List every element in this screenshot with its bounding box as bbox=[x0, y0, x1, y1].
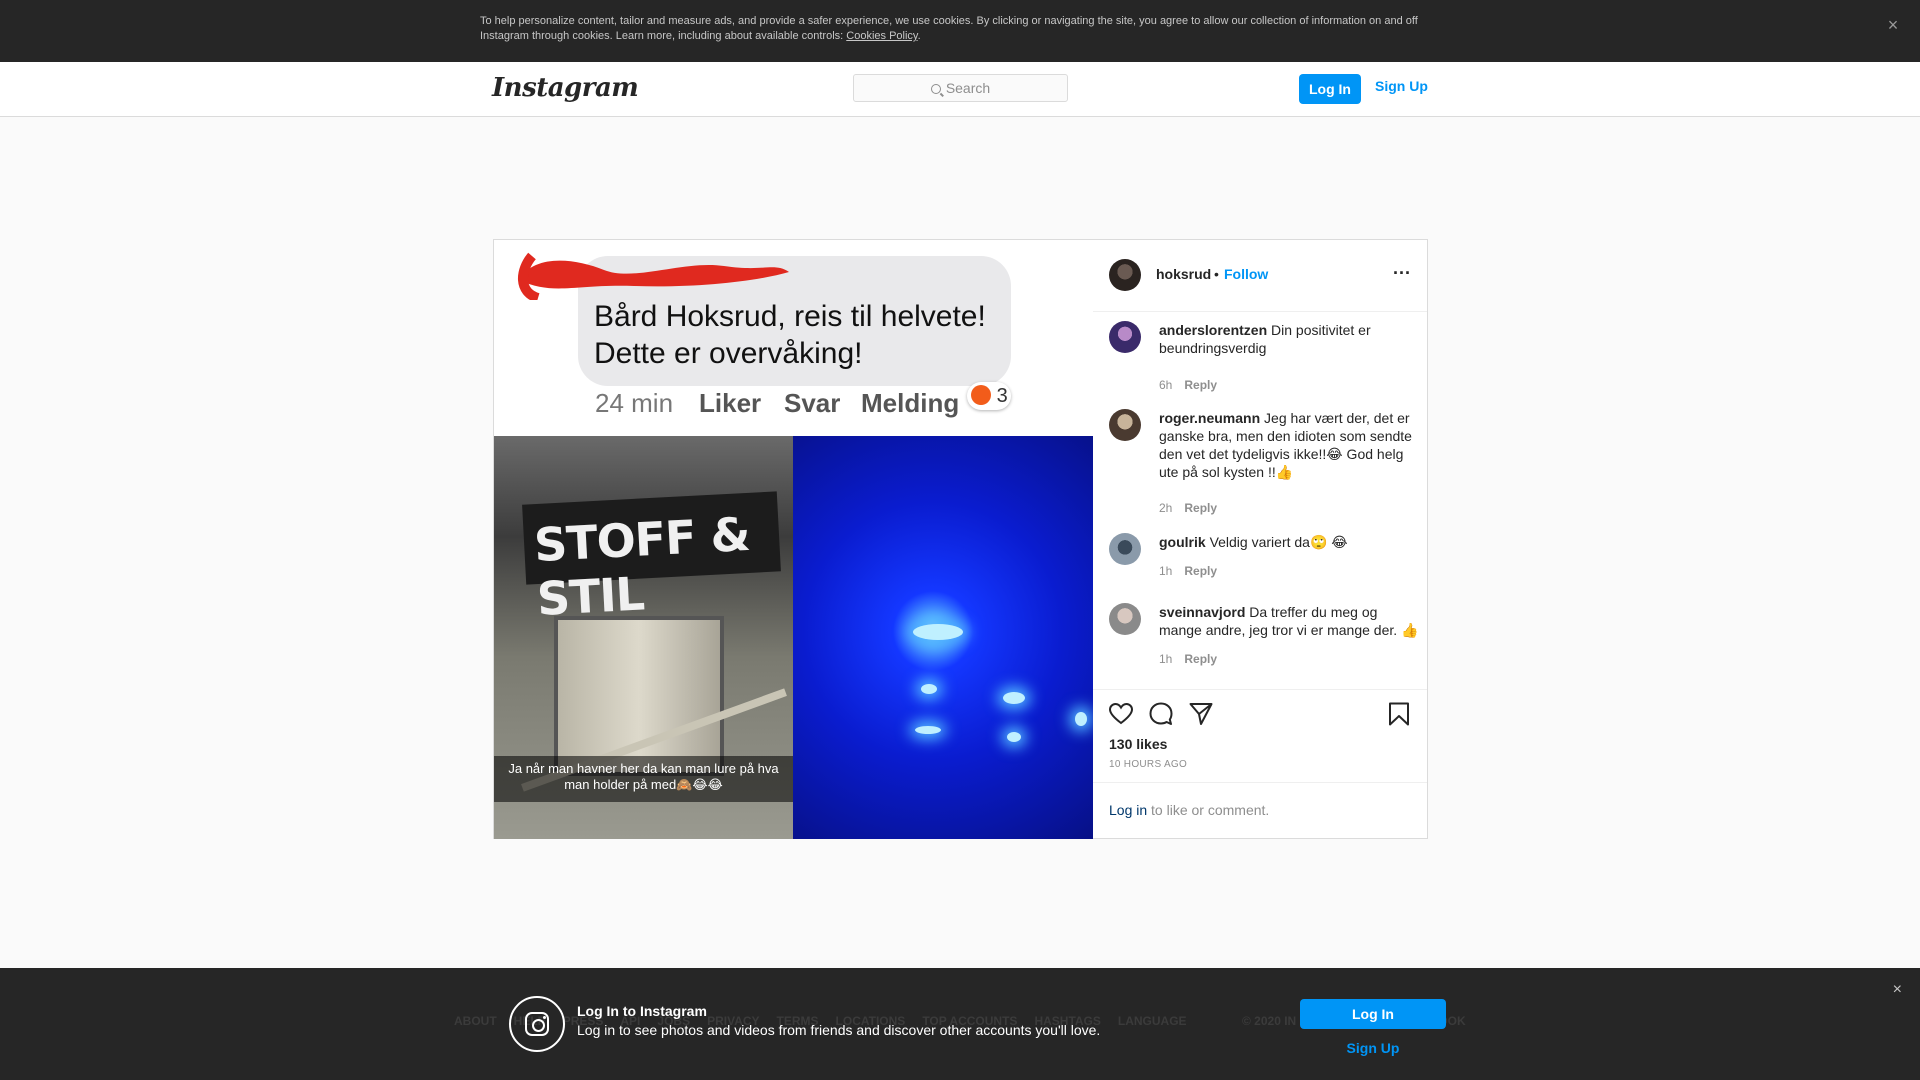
reply-button[interactable]: Reply bbox=[1184, 378, 1217, 392]
comment-icon[interactable] bbox=[1148, 701, 1174, 727]
login-prompt-text: Log in to like or comment. bbox=[1109, 802, 1269, 818]
light-glow bbox=[915, 726, 941, 734]
cookie-message: To help personalize content, tailor and … bbox=[480, 15, 1418, 42]
like-count[interactable]: 130 likes bbox=[1109, 736, 1167, 752]
shop-photo: STOFF & STIL Ja når man havner her da ka… bbox=[494, 436, 793, 839]
redaction-scribble bbox=[518, 252, 789, 300]
reply-button[interactable]: Reply bbox=[1184, 652, 1217, 666]
login-link[interactable]: Log in bbox=[1109, 802, 1147, 818]
comment-meta: 6h Reply bbox=[1159, 378, 1217, 392]
like-heart-icon[interactable] bbox=[1108, 701, 1134, 727]
login-button[interactable]: Log In bbox=[1299, 74, 1361, 104]
comment-username[interactable]: goulrik bbox=[1159, 534, 1206, 550]
search-placeholder: Search bbox=[945, 80, 991, 96]
reply-button[interactable]: Reply bbox=[1184, 501, 1217, 515]
comment-age: 1h bbox=[1159, 564, 1173, 578]
comment-text: goulrik Veldig variert da🙄 😂 bbox=[1159, 533, 1421, 551]
message-line-1: Bård Hoksrud, reis til helvete! bbox=[594, 300, 986, 333]
camera-icon bbox=[525, 1012, 549, 1036]
save-bookmark-icon[interactable] bbox=[1386, 701, 1412, 727]
comment-meta: 1h Reply bbox=[1159, 564, 1217, 578]
photo-caption-bar: Ja når man havner her da kan man lure på… bbox=[494, 756, 793, 802]
follow-button[interactable]: Follow bbox=[1224, 266, 1268, 282]
instagram-logo[interactable]: Instagram bbox=[492, 73, 639, 103]
reaction-badge: 3 bbox=[967, 382, 1011, 410]
commenter-avatar[interactable] bbox=[1109, 321, 1141, 353]
instagram-glyph-icon bbox=[509, 996, 565, 1052]
post-header: hoksrud • Follow ... bbox=[1093, 240, 1427, 312]
comment-meta: 1h Reply bbox=[1159, 652, 1217, 666]
shop-entrance bbox=[554, 616, 724, 776]
comment-age: 6h bbox=[1159, 378, 1173, 392]
cookie-banner: To help personalize content, tailor and … bbox=[0, 0, 1920, 62]
login-banner-subtitle: Log in to see photos and videos from fri… bbox=[577, 1022, 1101, 1038]
light-glow bbox=[913, 624, 963, 640]
light-glow bbox=[1007, 732, 1021, 742]
cookie-text: To help personalize content, tailor and … bbox=[480, 14, 1430, 44]
comment-text: roger.neumann Jeg har vært der, det er g… bbox=[1159, 409, 1421, 481]
angry-emoji-icon bbox=[971, 385, 991, 405]
search-icon bbox=[930, 84, 941, 94]
post-actions: 130 likes 10 HOURS AGO Log in to like or… bbox=[1093, 689, 1427, 839]
author-avatar[interactable] bbox=[1109, 259, 1141, 291]
photo-caption: Ja når man havner her da kan man lure på… bbox=[508, 761, 779, 792]
author-username[interactable]: hoksrud bbox=[1156, 266, 1211, 282]
login-banner-title: Log In to Instagram bbox=[577, 1003, 707, 1019]
cookies-policy-link[interactable]: Cookies Policy bbox=[846, 30, 917, 42]
comment-age: 1h bbox=[1159, 652, 1173, 666]
message-screenshot: Bård Hoksrud, reis til helvete! Dette er… bbox=[494, 240, 1093, 436]
police-lights-photo bbox=[793, 436, 1093, 839]
commenter-avatar[interactable] bbox=[1109, 603, 1141, 635]
comment-text: anderslorentzen Din positivitet er beund… bbox=[1159, 321, 1421, 357]
footer-link[interactable]: LANGUAGE bbox=[1118, 1014, 1187, 1028]
comments-list: anderslorentzen Din positivitet er beund… bbox=[1093, 313, 1427, 689]
comment-username[interactable]: sveinnavjord bbox=[1159, 604, 1245, 620]
comment-age: 2h bbox=[1159, 501, 1173, 515]
banner-signup-link[interactable]: Sign Up bbox=[1300, 1040, 1446, 1056]
separator-dot: • bbox=[1214, 266, 1219, 282]
copyright: © 2020 IN bbox=[1242, 1014, 1297, 1028]
message-line-2: Dette er overvåking! bbox=[594, 337, 863, 370]
share-send-icon[interactable] bbox=[1188, 701, 1214, 727]
reply-button[interactable]: Reply bbox=[1184, 564, 1217, 578]
message-like: Liker bbox=[699, 388, 762, 418]
comment-username[interactable]: roger.neumann bbox=[1159, 410, 1260, 426]
cookie-suffix: . bbox=[917, 30, 921, 42]
banner-login-button[interactable]: Log In bbox=[1300, 999, 1446, 1029]
signup-link[interactable]: Sign Up bbox=[1375, 78, 1428, 94]
comment-text: sveinnavjord Da treffer du meg og mange … bbox=[1159, 603, 1421, 639]
reaction-count: 3 bbox=[996, 385, 1008, 407]
commenter-avatar[interactable] bbox=[1109, 533, 1141, 565]
light-glow bbox=[921, 684, 937, 694]
login-to-comment: Log in to like or comment. bbox=[1093, 782, 1427, 839]
comment-body: Veldig variert da🙄 😂 bbox=[1209, 534, 1348, 550]
comment-meta: 2h Reply bbox=[1159, 501, 1217, 515]
login-suffix: to like or comment. bbox=[1147, 802, 1270, 818]
post-card: Bård Hoksrud, reis til helvete! Dette er… bbox=[493, 239, 1428, 839]
login-banner: ABOUT HELP PRESS API JOBS PRIVACY TERMS LOCATIO… bbox=[0, 968, 1920, 1080]
search-input[interactable]: Search bbox=[853, 74, 1068, 102]
camera-dot bbox=[543, 1016, 546, 1019]
shop-name: STOFF & STIL bbox=[532, 506, 751, 627]
message-message: Melding bbox=[861, 388, 960, 418]
top-nav: Instagram Search Log In Sign Up bbox=[0, 62, 1920, 117]
message-time: 24 min bbox=[595, 388, 674, 418]
commenter-avatar[interactable] bbox=[1109, 409, 1141, 441]
light-glow bbox=[1003, 692, 1025, 704]
footer-link[interactable]: ABOUT bbox=[454, 1014, 497, 1028]
close-icon[interactable]: × bbox=[1893, 981, 1902, 999]
shop-sign: STOFF & STIL bbox=[522, 491, 781, 626]
light-glow bbox=[1075, 712, 1087, 726]
comment-username[interactable]: anderslorentzen bbox=[1159, 322, 1267, 338]
post-image[interactable]: Bård Hoksrud, reis til helvete! Dette er… bbox=[494, 240, 1093, 839]
message-reply: Svar bbox=[784, 388, 841, 418]
close-icon[interactable]: × bbox=[1883, 15, 1903, 35]
more-options-icon[interactable]: ... bbox=[1393, 258, 1411, 279]
post-timestamp[interactable]: 10 HOURS AGO bbox=[1109, 759, 1187, 770]
